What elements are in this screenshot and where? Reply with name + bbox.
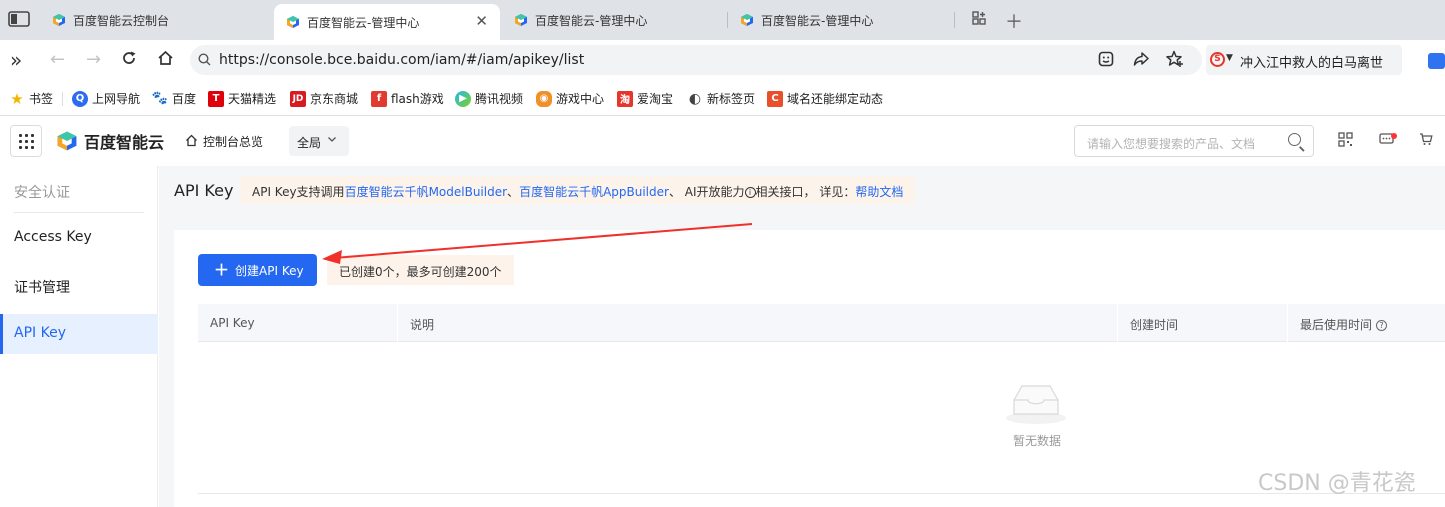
info-icon[interactable]: i [744, 187, 756, 198]
taobao-icon: 淘 [617, 90, 633, 107]
create-api-key-button[interactable]: ＋创建API Key [198, 254, 317, 286]
baidu-cloud-logo-icon [52, 13, 66, 27]
search-icon[interactable] [1288, 133, 1301, 146]
bookmark-item[interactable]: ◉ 游戏中心 [536, 90, 604, 107]
column-last-used: 最后使用时间? [1288, 304, 1388, 342]
double-chevron-icon[interactable]: » [10, 48, 22, 72]
tab-separator [954, 12, 955, 28]
sidebar-item-access-key[interactable]: Access Key [0, 218, 158, 258]
column-description: 说明 [410, 318, 435, 332]
nav-icon: Q [72, 90, 88, 107]
tab-console[interactable]: 百度智能云控制台 [40, 4, 270, 36]
api-key-notice: API Key支持调用百度智能云千帆ModelBuilder、百度智能云千帆Ap… [240, 176, 916, 204]
baidu-icon: 🐾 [151, 91, 169, 106]
bookmark-item[interactable]: T 天猫精选 [208, 90, 276, 107]
chevron-down-icon[interactable]: ▼ [1226, 53, 1233, 63]
translate-icon[interactable] [1428, 53, 1445, 69]
brand-name: 百度智能云 [84, 133, 165, 152]
tab-manage-3[interactable]: 百度智能云-管理中心 [728, 4, 954, 36]
bookmark-item[interactable]: 🐾 百度 [152, 90, 196, 107]
sidebar-title: 安全认证 [14, 185, 70, 201]
empty-inbox-icon [1004, 380, 1068, 429]
sogou-logo-icon: S [1210, 52, 1225, 67]
address-toolbar: » ← → https://console.bce.baidu.com/iam/… [0, 40, 1445, 82]
empty-text: 暂无数据 [1013, 434, 1062, 448]
url-bar[interactable]: https://console.bce.baidu.com/iam/#/iam/… [190, 45, 1202, 75]
tab-manage-active[interactable]: 百度智能云-管理中心 ✕ [274, 4, 500, 40]
bookmarks-bar: ★ 书签 Q 上网导航 🐾 百度 T 天猫精选 JD 京东商城 f flash游… [0, 82, 1445, 116]
baidu-cloud-logo-icon [514, 13, 528, 27]
sidebar-divider [14, 212, 144, 213]
close-icon[interactable]: ✕ [475, 12, 488, 30]
column-created-time: 创建时间 [1130, 318, 1179, 332]
bookmark-item[interactable]: ▶ 腾讯视频 [455, 90, 523, 107]
tab-label: 百度智能云-管理中心 [761, 13, 874, 28]
game-icon: ◉ [536, 90, 552, 107]
share-icon[interactable] [1133, 51, 1149, 71]
quota-hint: 已创建0个，最多可创建200个 [327, 255, 514, 285]
bookmark-item[interactable]: 淘 爱淘宝 [617, 90, 673, 107]
baidu-cloud-logo-icon [286, 15, 300, 29]
bookmark-item[interactable]: f flash游戏 [371, 90, 444, 107]
bookmark-item[interactable]: Q 上网导航 [72, 90, 140, 107]
flash-icon: f [371, 90, 387, 107]
console-overview-link[interactable]: 控制台总览 [185, 133, 263, 150]
plus-icon: ＋ [214, 261, 230, 279]
bookmark-item[interactable]: ★ 书签 [9, 89, 53, 108]
product-search-input[interactable]: 请输入您想要搜索的产品、文档 [1074, 125, 1314, 157]
bookmark-item[interactable]: C 域名还能绑定动态 [767, 90, 885, 107]
appbuilder-link[interactable]: 百度智能云千帆AppBuilder [519, 185, 669, 199]
bookmark-separator [62, 92, 63, 106]
help-question-icon[interactable]: ? [1376, 320, 1388, 331]
app-grid-icon[interactable] [10, 125, 42, 157]
tab-groups-icon[interactable] [972, 11, 986, 29]
modelbuilder-link[interactable]: 百度智能云千帆ModelBuilder [345, 185, 507, 199]
sidebar-item-api-key[interactable]: API Key [0, 314, 158, 354]
table-header: API Key 说明 创建时间 最后使用时间? [198, 304, 1445, 342]
bookmark-item[interactable]: JD 京东商城 [290, 90, 358, 107]
page-title: API Key [174, 181, 234, 200]
tab-label: 百度智能云控制台 [73, 13, 170, 28]
search-icon [198, 52, 211, 70]
new-tab-icon[interactable]: ＋ [1005, 8, 1023, 34]
forward-icon[interactable]: → [86, 49, 101, 70]
screenshot-icon[interactable] [1098, 51, 1114, 71]
home-icon [185, 134, 198, 150]
tmall-icon: T [208, 90, 224, 107]
console-header: 百度智能云 控制台总览 全局 请输入您想要搜索的产品、文档 [0, 116, 1445, 166]
bookmark-item[interactable]: ◐ 新标签页 [687, 90, 755, 107]
url-text: https://console.bce.baidu.com/iam/#/iam/… [219, 52, 585, 68]
browser-tab-strip: 百度智能云控制台 百度智能云-管理中心 ✕ 百度智能云-管理中心 百度智能云-管… [0, 0, 1445, 40]
hot-search-box[interactable]: S ▼ 冲入江中救人的白马离世 [1206, 45, 1402, 75]
region-scope-select[interactable]: 全局 [289, 126, 349, 156]
csdn-icon: C [767, 90, 783, 107]
qrcode-icon[interactable] [1338, 132, 1353, 151]
main-content: API Key API Key支持调用百度智能云千帆ModelBuilder、百… [159, 166, 1445, 507]
sidebar-toggle-icon[interactable] [8, 10, 30, 33]
baidu-cloud-logo-icon [740, 13, 754, 27]
reload-icon[interactable] [121, 50, 137, 71]
home-icon[interactable] [157, 50, 174, 71]
cart-icon[interactable] [1419, 132, 1433, 150]
video-icon: ▶ [455, 90, 471, 107]
tab-label: 百度智能云-管理中心 [307, 15, 420, 30]
baidu-cloud-logo-icon [56, 130, 78, 152]
back-icon[interactable]: ← [50, 49, 65, 70]
star-icon: ★ [10, 89, 24, 108]
newtab-icon: ◐ [688, 90, 702, 107]
brand-logo[interactable]: 百度智能云 [56, 129, 164, 153]
chevron-down-icon [327, 133, 337, 147]
watermark: CSDN @青花瓷 [1258, 471, 1416, 496]
sidebar-item-certificates[interactable]: 证书管理 [0, 266, 158, 306]
column-api-key: API Key [210, 316, 255, 330]
help-doc-link[interactable]: 帮助文档 [855, 185, 903, 199]
tab-label: 百度智能云-管理中心 [535, 13, 648, 28]
tab-manage-2[interactable]: 百度智能云-管理中心 [502, 4, 726, 36]
notification-dot [1391, 133, 1397, 139]
sidebar: 安全认证 Access Key 证书管理 API Key [0, 166, 158, 507]
api-key-card: ＋创建API Key 已创建0个，最多可创建200个 API Key 说明 创建… [174, 230, 1445, 507]
favorite-star-icon[interactable] [1166, 50, 1184, 72]
jd-icon: JD [290, 90, 306, 107]
hot-search-text: 冲入江中救人的白马离世 [1240, 56, 1384, 71]
